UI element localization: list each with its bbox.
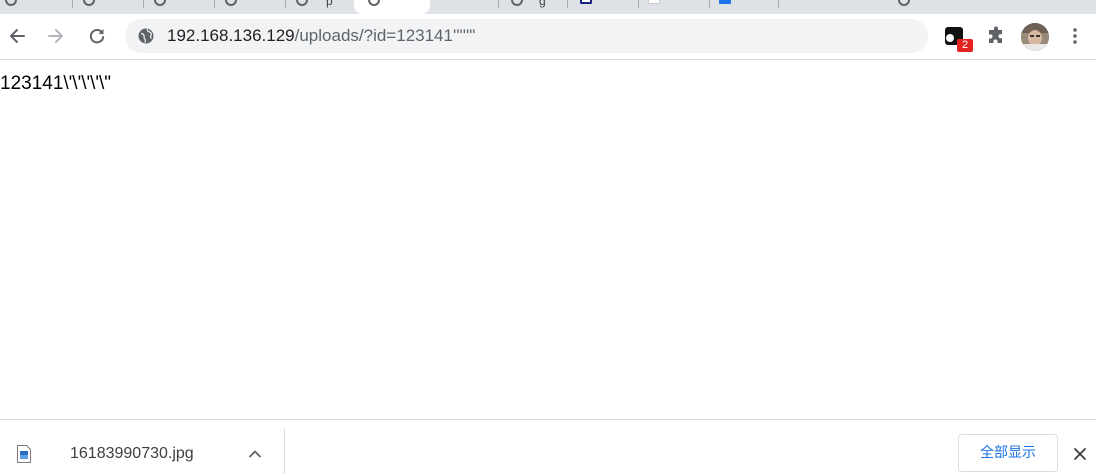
menu-button[interactable] <box>1061 22 1089 50</box>
tab-title: g <box>539 0 546 8</box>
tab-2[interactable] <box>73 0 143 14</box>
tab-strip: p g <box>0 0 1096 14</box>
tab-favicon-icon <box>719 0 731 4</box>
extensions-button[interactable] <box>982 22 1010 50</box>
new-tab-fragment-icon[interactable] <box>898 0 910 6</box>
forward-arrow-icon <box>48 29 63 43</box>
avatar-image <box>1021 23 1049 51</box>
tab-10[interactable] <box>710 0 778 14</box>
reload-icon <box>89 28 105 44</box>
tab-active[interactable] <box>354 0 430 14</box>
extension-badge: 2 <box>957 39 973 52</box>
tab-favicon-icon <box>580 0 592 4</box>
extension-button[interactable]: 2 <box>944 24 973 52</box>
browser-toolbar: 192.168.136.129/uploads/?id=123141'''''"… <box>0 14 1096 60</box>
tab-6[interactable] <box>430 0 498 14</box>
chevron-up-icon[interactable] <box>245 444 265 464</box>
reload-button[interactable] <box>83 22 111 50</box>
kebab-menu-icon <box>1073 28 1077 44</box>
tab-9[interactable] <box>639 0 709 14</box>
tab-favicon-icon <box>511 0 523 6</box>
back-button[interactable] <box>3 22 31 50</box>
page-content: 123141\'\'\'\'\" <box>0 60 1096 419</box>
tab-favicon-icon <box>648 0 660 4</box>
show-all-downloads-button[interactable]: 全部显示 <box>958 434 1058 472</box>
tab-5[interactable]: p <box>286 0 354 14</box>
tab-4[interactable] <box>215 0 285 14</box>
tab-7[interactable]: g <box>499 0 567 14</box>
download-separator <box>284 428 285 474</box>
page-body-text: 123141\'\'\'\'\" <box>0 73 112 94</box>
tab-favicon-icon <box>225 0 237 6</box>
image-file-icon <box>17 445 31 463</box>
extensions-puzzle-icon <box>989 26 1002 43</box>
tab-3[interactable] <box>144 0 214 14</box>
address-bar[interactable]: 192.168.136.129/uploads/?id=123141'''''" <box>125 19 928 53</box>
info-globe-icon[interactable] <box>138 28 154 44</box>
back-arrow-icon <box>10 29 25 43</box>
url-host: 192.168.136.129 <box>167 26 295 45</box>
tab-favicon-icon <box>5 0 17 6</box>
download-shelf: 16183990730.jpg 全部显示 <box>0 419 1096 474</box>
tab-favicon-icon <box>83 0 95 6</box>
forward-button[interactable] <box>42 22 70 50</box>
download-file-name: 16183990730.jpg <box>70 445 194 462</box>
profile-avatar[interactable] <box>1021 23 1049 51</box>
browser-window: p g 192.168.136.129/uploads/?id=123141''… <box>0 0 1096 474</box>
tab-favicon-icon <box>368 0 380 6</box>
url-text[interactable]: 192.168.136.129/uploads/?id=123141'''''" <box>167 27 475 45</box>
url-path: /uploads/?id=123141'''''" <box>294 26 476 45</box>
tab-8[interactable] <box>568 0 638 14</box>
tab-favicon-icon <box>296 0 308 6</box>
tab-title: p <box>326 0 333 8</box>
tab-favicon-icon <box>154 0 166 6</box>
tab-separator <box>778 0 779 8</box>
download-item[interactable]: 16183990730.jpg <box>0 420 284 474</box>
tab-1[interactable] <box>0 0 72 14</box>
close-icon[interactable] <box>1070 444 1090 464</box>
